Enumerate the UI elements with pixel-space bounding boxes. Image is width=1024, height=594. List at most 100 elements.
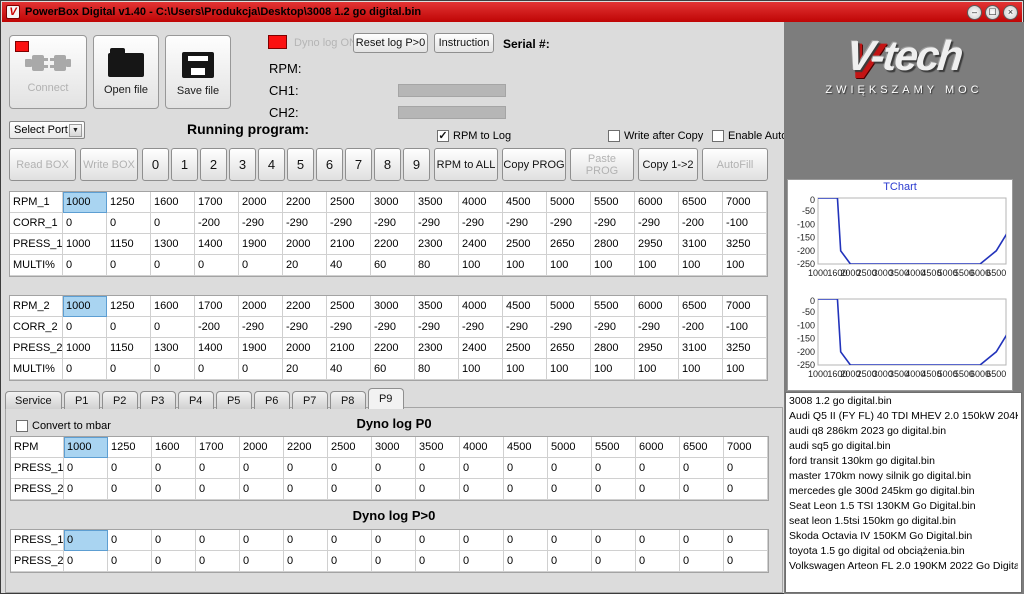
table-cell[interactable]: 0 (107, 317, 151, 338)
table-cell[interactable]: 0 (64, 479, 108, 500)
table-cell[interactable]: -200 (679, 317, 723, 338)
table-cell[interactable]: 0 (372, 479, 416, 500)
table-cell[interactable]: 0 (151, 213, 195, 234)
table-cell[interactable]: 4500 (504, 437, 548, 458)
table-cell[interactable]: 1300 (151, 234, 195, 255)
table-cell[interactable]: -200 (195, 213, 239, 234)
file-list-item[interactable]: mercedes gle 300d 245km go digital.bin (789, 484, 1018, 499)
table-cell[interactable]: 1900 (239, 338, 283, 359)
table-cell[interactable]: -200 (195, 317, 239, 338)
table-cell[interactable]: 1600 (151, 192, 195, 213)
close-button[interactable]: × (1003, 5, 1018, 20)
rpm-to-log-checkbox[interactable]: RPM to Log (437, 130, 511, 142)
table-cell[interactable]: 100 (459, 359, 503, 380)
table-cell[interactable]: 0 (416, 479, 460, 500)
file-list-item[interactable]: 3008 1.2 go digital.bin (789, 394, 1018, 409)
tab-p7[interactable]: P7 (292, 391, 328, 409)
file-list-item[interactable]: ford transit 130km go digital.bin (789, 454, 1018, 469)
table-cell[interactable]: 4500 (503, 192, 547, 213)
table-cell[interactable]: 0 (680, 530, 724, 551)
table-cell[interactable]: 0 (460, 479, 504, 500)
table-cell[interactable]: 0 (592, 479, 636, 500)
table-cell[interactable]: 0 (724, 551, 768, 572)
table-cell[interactable]: 0 (592, 530, 636, 551)
table-cell[interactable]: 1250 (107, 192, 151, 213)
digit-button-3[interactable]: 3 (229, 148, 256, 181)
tab-p4[interactable]: P4 (178, 391, 214, 409)
table-cell[interactable]: 0 (372, 530, 416, 551)
table-cell[interactable]: 0 (108, 479, 152, 500)
table-cell[interactable]: 0 (460, 530, 504, 551)
table-cell[interactable]: 2650 (547, 338, 591, 359)
table-cell[interactable]: 0 (636, 551, 680, 572)
table-cell[interactable]: 2200 (284, 437, 328, 458)
table-cell[interactable]: 0 (460, 458, 504, 479)
table-cell[interactable]: 0 (328, 551, 372, 572)
table-cell[interactable]: 1600 (151, 296, 195, 317)
table-cell[interactable]: 0 (63, 317, 107, 338)
table-cell[interactable]: 100 (503, 255, 547, 276)
table-cell[interactable]: 1400 (195, 338, 239, 359)
table-cell[interactable]: 5000 (547, 296, 591, 317)
table-cell[interactable]: 0 (680, 479, 724, 500)
table-cell[interactable]: 80 (415, 359, 459, 380)
table-cell[interactable]: 2200 (371, 234, 415, 255)
table-cell[interactable]: -290 (327, 317, 371, 338)
table-cell[interactable]: -290 (591, 317, 635, 338)
table-cell[interactable]: -290 (459, 213, 503, 234)
table-cell[interactable]: 3250 (723, 338, 767, 359)
rpm-to-all-button[interactable]: RPM to ALL (434, 148, 498, 181)
table-cell[interactable]: 0 (548, 530, 592, 551)
table-cell[interactable]: 0 (724, 458, 768, 479)
table-cell[interactable]: 2000 (240, 437, 284, 458)
table-cell[interactable]: -290 (547, 213, 591, 234)
table-cell[interactable]: 0 (63, 255, 107, 276)
table-cell[interactable]: 2500 (327, 296, 371, 317)
table-cell[interactable]: 0 (64, 551, 108, 572)
table-cell[interactable]: -290 (239, 213, 283, 234)
file-list-item[interactable]: toyota 1.5 go digital od obciążenia.bin (789, 544, 1018, 559)
table-cell[interactable]: 2000 (283, 338, 327, 359)
table-cell[interactable]: 0 (284, 458, 328, 479)
table-cell[interactable]: -290 (415, 213, 459, 234)
table-cell[interactable]: 100 (547, 255, 591, 276)
table-cell[interactable]: -290 (547, 317, 591, 338)
table-cell[interactable]: 100 (635, 255, 679, 276)
table-cell[interactable]: 0 (460, 551, 504, 572)
digit-button-5[interactable]: 5 (287, 148, 314, 181)
table-cell[interactable]: 0 (328, 530, 372, 551)
table-cell[interactable]: 100 (503, 359, 547, 380)
table-cell[interactable]: 0 (548, 479, 592, 500)
table-cell[interactable]: 0 (504, 551, 548, 572)
table-cell[interactable]: 1700 (195, 296, 239, 317)
table-cell[interactable]: -290 (635, 213, 679, 234)
table-cell[interactable]: 2100 (327, 338, 371, 359)
file-list-item[interactable]: seat leon 1.5tsi 150km go digital.bin (789, 514, 1018, 529)
instruction-button[interactable]: Instruction (434, 33, 494, 53)
table-cell[interactable]: 0 (240, 530, 284, 551)
table-cell[interactable]: 4000 (459, 192, 503, 213)
table-cell[interactable]: 1300 (151, 338, 195, 359)
copy-prog-button[interactable]: Copy PROG (502, 148, 566, 181)
table-cell[interactable]: 0 (240, 551, 284, 572)
table-cell[interactable]: 4000 (459, 296, 503, 317)
table-cell[interactable]: 0 (416, 530, 460, 551)
table-cell[interactable]: 0 (548, 551, 592, 572)
table-cell[interactable]: 7000 (723, 296, 767, 317)
table-cell[interactable]: -100 (723, 213, 767, 234)
table-cell[interactable]: -290 (503, 317, 547, 338)
table-cell[interactable]: 100 (635, 359, 679, 380)
table-cell[interactable]: -290 (283, 213, 327, 234)
table-cell[interactable]: 0 (240, 458, 284, 479)
table-cell[interactable]: 5000 (547, 192, 591, 213)
digit-button-7[interactable]: 7 (345, 148, 372, 181)
table-cell[interactable]: 5500 (592, 437, 636, 458)
table-cell[interactable]: 3100 (679, 338, 723, 359)
write-box-button[interactable]: Write BOX (80, 148, 138, 181)
table-cell[interactable]: 3000 (371, 192, 415, 213)
table-cell[interactable]: 2400 (459, 234, 503, 255)
table-cell[interactable]: 0 (724, 479, 768, 500)
table-cell[interactable]: -290 (415, 317, 459, 338)
table-cell[interactable]: 2400 (459, 338, 503, 359)
table-cell[interactable]: 5000 (548, 437, 592, 458)
